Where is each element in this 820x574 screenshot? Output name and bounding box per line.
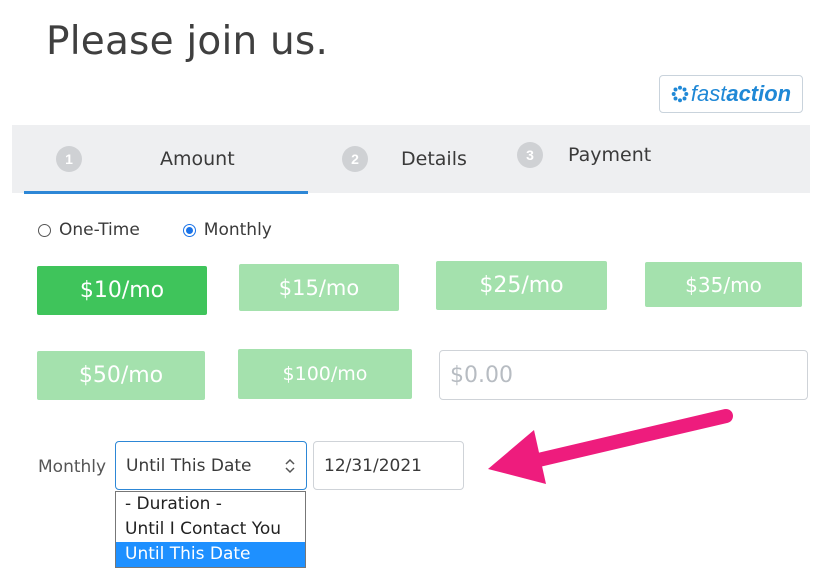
fastaction-button[interactable]: fast action	[659, 75, 803, 113]
duration-select[interactable]: Until This Date	[115, 441, 307, 490]
amount-button-10[interactable]: $10/mo	[37, 266, 207, 315]
amount-button-25[interactable]: $25/mo	[436, 261, 607, 310]
callout-arrow-icon	[488, 409, 733, 484]
radio-monthly-circle[interactable]	[182, 223, 196, 237]
step-number-3: 3	[517, 142, 543, 168]
amount-button-35[interactable]: $35/mo	[645, 262, 802, 307]
fastaction-gear-icon	[671, 85, 689, 103]
duration-select-value: Until This Date	[126, 455, 252, 476]
tab-payment[interactable]: 3 Payment	[517, 121, 651, 189]
radio-monthly[interactable]: Monthly	[182, 220, 272, 240]
radio-one-time-circle[interactable]	[38, 223, 51, 237]
tab-amount[interactable]: 1 Amount	[56, 125, 296, 193]
step-number-1: 1	[56, 146, 82, 172]
amount-button-100[interactable]: $100/mo	[238, 349, 412, 399]
step-number-2: 2	[342, 146, 368, 172]
end-date-input[interactable]	[313, 441, 464, 490]
tab-details[interactable]: 2 Details	[342, 125, 467, 193]
custom-amount-input[interactable]	[439, 350, 808, 400]
radio-monthly-label: Monthly	[203, 220, 272, 240]
amount-button-50[interactable]: $50/mo	[37, 351, 205, 400]
tab-amount-label: Amount	[160, 148, 235, 170]
select-updown-icon	[285, 458, 295, 474]
fastaction-logo-action: action	[726, 81, 792, 106]
duration-option-placeholder[interactable]: - Duration -	[116, 492, 305, 517]
duration-option-until-contact[interactable]: Until I Contact You	[116, 517, 305, 542]
active-tab-indicator	[24, 191, 308, 194]
duration-option-until-date[interactable]: Until This Date	[116, 542, 305, 567]
page-title: Please join us.	[46, 19, 329, 64]
tab-details-label: Details	[401, 148, 467, 170]
duration-dropdown-list: - Duration - Until I Contact You Until T…	[115, 491, 306, 568]
radio-one-time-label: One-Time	[59, 220, 140, 240]
amount-button-15[interactable]: $15/mo	[239, 264, 399, 311]
step-tabs: 1 Amount 2 Details 3 Payment	[12, 125, 810, 194]
fastaction-logo-fast: fast	[690, 81, 727, 106]
radio-one-time[interactable]: One-Time	[38, 220, 140, 240]
donation-page: Please join us. fast action 1 Amount 2 De…	[0, 0, 820, 574]
duration-label: Monthly	[38, 457, 107, 477]
frequency-radio-group: One-Time Monthly	[38, 220, 272, 240]
tab-payment-label: Payment	[568, 144, 652, 166]
